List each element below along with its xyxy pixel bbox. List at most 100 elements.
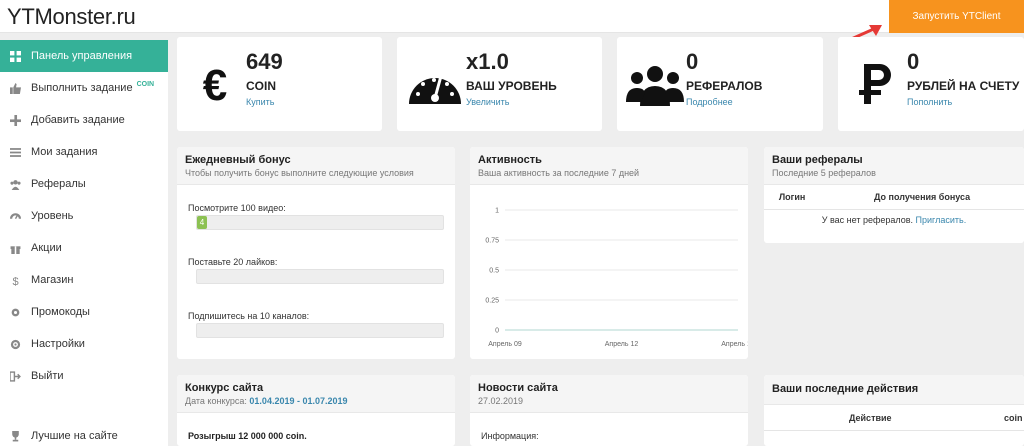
sidebar-item-settings[interactable]: Настройки — [0, 328, 168, 360]
gift-icon — [0, 243, 31, 254]
column-header-login: Логин — [764, 185, 821, 210]
contest-panel: Конкурс сайта Дата конкурса: 01.04.2019 … — [177, 375, 455, 446]
contest-date-range: 01.04.2019 - 01.07.2019 — [249, 396, 348, 406]
activity-panel: Активность Ваша активность за последние … — [470, 147, 748, 359]
thumbs-up-icon — [0, 82, 31, 94]
buy-link[interactable]: Купить — [246, 97, 274, 107]
activity-subtitle: Ваша активность за последние 7 дней — [478, 168, 640, 178]
sidebar-item-level[interactable]: Уровень — [0, 200, 168, 232]
task-label: Подпишитесь на 10 каналов: — [188, 311, 310, 321]
task-progress-bar: 4 — [196, 215, 444, 230]
level-value: x1.0 — [466, 49, 509, 74]
sidebar-item-label: Мои задания — [31, 146, 98, 158]
task-progress-bar — [196, 323, 444, 338]
sidebar-item-label: Добавить задание — [31, 114, 125, 126]
referrals-subtitle: Последние 5 рефералов — [772, 168, 876, 178]
sidebar-item-label: Выполнить задание — [31, 82, 133, 94]
activity-chart: 0 0.25 0.5 0.75 1 Апрель 09 Апрель 12 Апрель 15 — [485, 208, 748, 349]
referrals-empty-row: У вас нет рефералов. Пригласить. — [764, 209, 1024, 231]
plus-icon — [0, 114, 31, 126]
cog-icon — [0, 339, 31, 350]
sidebar-item-add-task[interactable]: Добавить задание — [0, 104, 168, 136]
top-up-link[interactable]: Пополнить — [907, 97, 952, 107]
sidebar-item-referrals[interactable]: Рефералы — [0, 168, 168, 200]
sidebar-item-label: Промокоды — [31, 306, 90, 318]
sidebar-item-label: Лучшие на сайте — [31, 430, 118, 442]
daily-bonus-subtitle: Чтобы получить бонус выполните следующие… — [185, 168, 414, 178]
sidebar-item-label: Уровень — [31, 210, 74, 222]
referrals-title: Ваши рефералы — [772, 154, 863, 166]
rubles-label: РУБЛЕЙ НА СЧЕТУ — [907, 79, 1020, 93]
increase-link[interactable]: Увеличить — [466, 97, 509, 107]
y-tick-label: 0.75 — [485, 238, 499, 245]
recent-actions-header-row: Действие coin — [764, 405, 1024, 431]
referrals-panel: Ваши рефералы Последние 5 рефералов Логи… — [764, 147, 1024, 243]
task-progress-fill: 4 — [197, 216, 207, 229]
sidebar-item-dashboard[interactable]: Панель управления — [0, 40, 168, 72]
task-label: Посмотрите 100 видео: — [188, 203, 286, 213]
gauge-icon — [0, 211, 31, 222]
column-header-coin: coin — [1004, 413, 1023, 423]
sidebar-item-my-tasks[interactable]: Мои задания — [0, 136, 168, 168]
recent-actions-panel: Ваши последние действия Действие coin — [764, 375, 1024, 446]
column-header-bonus: До получения бонуса — [820, 185, 1024, 210]
referrals-empty-text: У вас нет рефералов. — [821, 215, 914, 226]
sidebar-item-label: Магазин — [31, 274, 74, 286]
sign-out-icon — [0, 370, 31, 382]
x-tick-label: Апрель 12 — [605, 341, 639, 348]
news-panel: Новости сайта 27.02.2019 Информация: — [470, 375, 748, 446]
dollar-icon: $ — [0, 275, 31, 285]
site-logo[interactable]: YTMonster.ru — [7, 4, 136, 30]
sidebar-item-logout[interactable]: Выйти — [0, 360, 168, 392]
sidebar-item-label: Панель управления — [31, 50, 133, 62]
users-icon — [0, 179, 31, 190]
y-tick-label: 1 — [495, 208, 499, 215]
contest-body: Розыгрыш 12 000 000 coin. — [188, 431, 307, 441]
ruble-icon — [846, 59, 906, 109]
sidebar-item-shop[interactable]: $ Магазин — [0, 264, 168, 296]
y-tick-label: 0.5 — [489, 268, 499, 275]
svg-text:€: € — [203, 61, 227, 108]
stat-card-coin: € 649 COIN Купить — [177, 37, 382, 131]
recent-actions-title: Ваши последние действия — [772, 383, 919, 395]
sidebar: Панель управления Выполнить задание COIN… — [0, 40, 168, 446]
svg-text:$: $ — [12, 275, 18, 285]
news-title: Новости сайта — [478, 382, 558, 394]
sidebar-item-label: Рефералы — [31, 178, 86, 190]
x-tick-label: Апрель 15 — [721, 341, 748, 348]
sidebar-best-on-site[interactable]: Лучшие на сайте — [0, 422, 168, 446]
task-label: Поставьте 20 лайков: — [188, 257, 278, 267]
sidebar-item-promotions[interactable]: Акции — [0, 232, 168, 264]
gauge-icon — [405, 59, 465, 109]
news-body: Информация: — [481, 431, 539, 441]
sidebar-item-do-task[interactable]: Выполнить задание COIN — [0, 72, 168, 104]
daily-bonus-panel: Ежедневный бонус Чтобы получить бонус вы… — [177, 147, 455, 359]
referrals-label: РЕФЕРАЛОВ — [686, 79, 763, 93]
details-link[interactable]: Подробнее — [686, 97, 733, 107]
launch-ytclient-button[interactable]: Запустить YTClient — [889, 0, 1024, 33]
contest-title: Конкурс сайта — [185, 382, 264, 394]
sidebar-item-label: Настройки — [31, 338, 85, 350]
list-icon — [0, 147, 31, 158]
task-progress-bar — [196, 269, 444, 284]
rubles-value: 0 — [907, 49, 920, 74]
sidebar-item-promocodes[interactable]: Промокоды — [0, 296, 168, 328]
dashboard-icon — [0, 50, 31, 62]
y-tick-label: 0 — [495, 328, 499, 335]
coin-label: COIN — [246, 79, 276, 93]
sidebar-item-label: Выйти — [31, 370, 64, 382]
stat-card-level: x1.0 ВАШ УРОВЕНЬ Увеличить — [397, 37, 602, 131]
coin-value: 649 — [246, 49, 283, 74]
stat-card-referrals: 0 РЕФЕРАЛОВ Подробнее — [617, 37, 823, 131]
x-tick-label: Апрель 09 — [488, 341, 522, 348]
euro-icon: € — [185, 59, 245, 109]
trophy-icon — [0, 430, 31, 442]
news-date: 27.02.2019 — [478, 396, 524, 406]
gear-icon — [0, 307, 31, 318]
invite-link[interactable]: Пригласить. — [916, 215, 967, 225]
y-tick-label: 0.25 — [485, 298, 499, 305]
users-icon — [625, 59, 685, 109]
column-header-action: Действие — [849, 413, 892, 423]
activity-title: Активность — [478, 154, 542, 166]
contest-dates: Дата конкурса: 01.04.2019 - 01.07.2019 — [185, 396, 447, 406]
